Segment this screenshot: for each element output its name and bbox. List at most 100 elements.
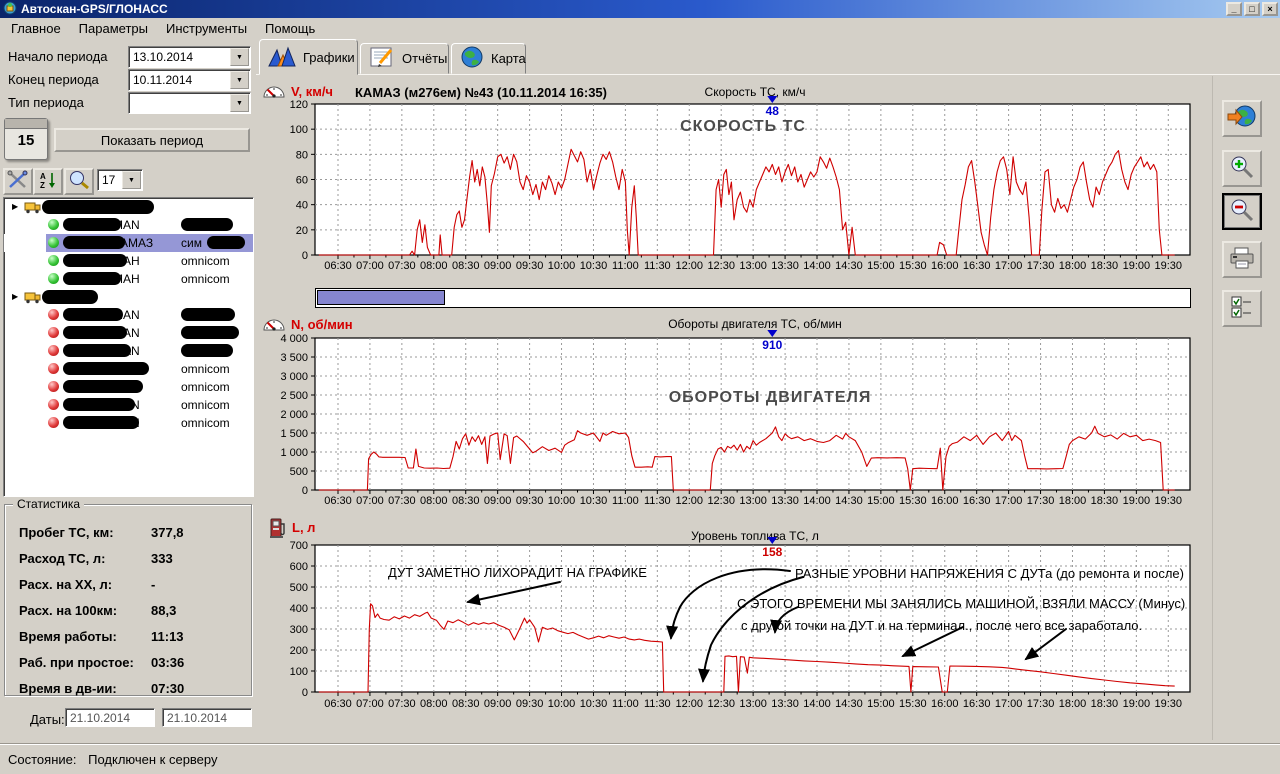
time-range-bar[interactable] — [315, 288, 1191, 308]
svg-text:0: 0 — [302, 250, 308, 262]
stat-row: Раб. при простое:03:36 — [19, 655, 245, 670]
report-icon — [369, 46, 395, 71]
svg-text:11:30: 11:30 — [644, 698, 671, 710]
svg-text:08:30: 08:30 — [452, 698, 480, 710]
chevron-down-icon[interactable]: ▼ — [122, 171, 141, 189]
svg-text:08:00: 08:00 — [420, 495, 448, 507]
sort-button[interactable]: AZ — [33, 168, 63, 195]
close-button[interactable]: × — [1262, 2, 1278, 16]
svg-text:14:30: 14:30 — [835, 260, 863, 272]
settings-button[interactable] — [3, 168, 33, 195]
svg-text:08:30: 08:30 — [452, 260, 480, 272]
period-start-select-value: 13.10.2014 — [133, 50, 193, 64]
chevron-down-icon[interactable]: ▼ — [230, 48, 249, 66]
tree-vehicle-row[interactable]: MANomnicom — [4, 396, 253, 414]
period-end-select-label: Конец периода — [8, 72, 99, 87]
minimize-button[interactable]: _ — [1226, 2, 1242, 16]
tree-vehicle-row[interactable]: MAN omnicom — [4, 378, 253, 396]
svg-text:15:30: 15:30 — [899, 260, 927, 272]
font-size-value: 17 — [102, 173, 115, 187]
stat-row: Пробег ТС, км:377,8 — [19, 525, 245, 540]
svg-text:09:30: 09:30 — [516, 495, 544, 507]
tab-globe[interactable]: Карта — [451, 43, 526, 74]
tree-vehicle-row[interactable]: MANomnicom — [4, 414, 253, 432]
svg-text:40: 40 — [296, 200, 308, 212]
svg-text:15:30: 15:30 — [899, 698, 927, 710]
svg-text:13:00: 13:00 — [739, 260, 767, 272]
rpm-chart-plot[interactable]: 06:3007:0007:3008:0008:3009:0009:3010:00… — [258, 328, 1203, 516]
vehicle-device: omnicom — [181, 380, 230, 394]
tools-icon — [7, 170, 29, 193]
date-from-input[interactable] — [65, 708, 155, 727]
svg-text:18:30: 18:30 — [1091, 698, 1119, 710]
vehicle-device: omnicom — [181, 272, 230, 286]
tree-group-row[interactable]: ▶ — [4, 198, 253, 216]
chevron-down-icon[interactable]: ▼ — [230, 94, 249, 112]
menu-item-помощь[interactable]: Помощь — [256, 19, 324, 38]
svg-text:1 500: 1 500 — [280, 428, 308, 440]
tab-chart[interactable]: Графики — [259, 39, 358, 75]
calendar-icon[interactable]: 15 — [4, 118, 48, 160]
svg-text:12:00: 12:00 — [676, 260, 704, 272]
svg-text:16:00: 16:00 — [931, 698, 959, 710]
period-end-select[interactable]: 10.11.2014▼ — [128, 69, 251, 91]
svg-text:10:30: 10:30 — [580, 495, 608, 507]
svg-text:48: 48 — [766, 104, 780, 118]
tree-vehicle-row[interactable]: КАМАЗсим — [4, 234, 253, 252]
tree-vehicle-row[interactable]: МАНomnicom — [4, 252, 253, 270]
svg-text:15:00: 15:00 — [867, 495, 895, 507]
period-start-select[interactable]: 13.10.2014 ▼ — [128, 46, 251, 68]
svg-text:11:30: 11:30 — [644, 495, 671, 507]
vehicle-brand: MAN — [113, 416, 140, 430]
svg-text:0: 0 — [302, 687, 308, 699]
tree-vehicle-row[interactable]: MANomnicom — [4, 360, 253, 378]
tree-vehicle-row[interactable]: MAN — [4, 216, 253, 234]
svg-text:07:30: 07:30 — [388, 698, 416, 710]
menu-item-параметры[interactable]: Параметры — [70, 19, 157, 38]
tree-vehicle-row[interactable]: MAN — [4, 324, 253, 342]
menu-item-инструменты[interactable]: Инструменты — [157, 19, 256, 38]
stat-label: Время в дв-ии: — [19, 681, 117, 696]
period-type-select[interactable]: ▼ — [128, 92, 251, 114]
zoom-in-button[interactable] — [1222, 150, 1262, 187]
status-icon — [48, 381, 59, 392]
date-to-input[interactable] — [162, 708, 252, 727]
svg-text:16:00: 16:00 — [931, 260, 959, 272]
svg-text:06:30: 06:30 — [324, 698, 352, 710]
font-size-select[interactable]: 17 ▼ — [97, 169, 143, 191]
map-button[interactable] — [1222, 100, 1262, 137]
tree-vehicle-row[interactable]: MAN — [4, 306, 253, 324]
chevron-down-icon[interactable]: ▼ — [230, 71, 249, 89]
vehicle-brand: MAN — [113, 380, 140, 394]
legend-button[interactable] — [1222, 290, 1262, 327]
svg-text:11:00: 11:00 — [612, 698, 639, 710]
tree-group-row[interactable]: ▶ — [4, 288, 253, 306]
vehicle-brand: MAN — [113, 218, 140, 232]
status-icon — [48, 363, 59, 374]
restore-button[interactable]: □ — [1244, 2, 1260, 16]
search-button[interactable] — [64, 168, 94, 195]
dates-label: Даты: — [30, 712, 65, 727]
show-period-button[interactable]: Показать период — [54, 128, 250, 152]
fuel-axis-label: L, л — [292, 520, 315, 535]
tree-vehicle-row[interactable]: MAN — [4, 342, 253, 360]
svg-text:11:30: 11:30 — [644, 260, 671, 272]
stat-label: Время работы: — [19, 629, 117, 644]
speed-chart-plot[interactable]: 06:3007:0007:3008:0008:3009:0009:3010:00… — [258, 94, 1203, 282]
vehicle-brand: КАМАЗ — [113, 236, 153, 250]
tree-expand-icon[interactable]: ▶ — [12, 292, 18, 301]
time-range-selection[interactable] — [317, 290, 445, 305]
print-button[interactable] — [1222, 241, 1262, 278]
svg-text:13:00: 13:00 — [739, 495, 767, 507]
status-icon — [48, 309, 59, 320]
status-icon — [48, 345, 59, 356]
tree-vehicle-row[interactable]: МАНomnicom — [4, 270, 253, 288]
stat-label: Расх. на 100км: — [19, 603, 117, 618]
zoom-out-button[interactable] — [1222, 193, 1262, 230]
menu-item-главное[interactable]: Главное — [2, 19, 70, 38]
svg-text:19:30: 19:30 — [1155, 495, 1183, 507]
tree-expand-icon[interactable]: ▶ — [12, 202, 18, 211]
svg-text:400: 400 — [290, 603, 308, 615]
status-icon — [48, 237, 59, 248]
tab-report[interactable]: Отчёты — [360, 43, 449, 74]
